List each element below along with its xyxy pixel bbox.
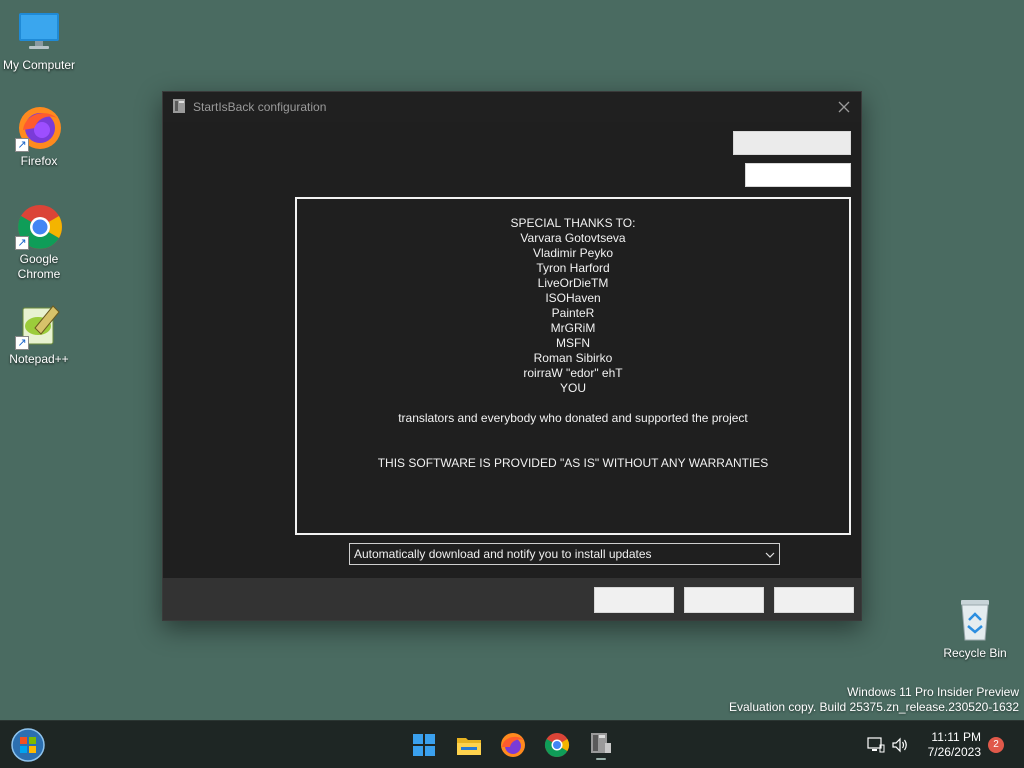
volume-tray-button[interactable]	[890, 735, 910, 755]
footer-button-1[interactable]	[594, 587, 674, 613]
credits-name: YOU	[559, 381, 586, 395]
taskbar-chrome[interactable]	[541, 729, 573, 761]
desktop-icon-label: Firefox	[20, 154, 58, 168]
credits-heading: SPECIAL THANKS TO:	[510, 216, 636, 230]
credits-name: Roman Sibirko	[533, 351, 613, 365]
update-mode-selected: Automatically download and notify you to…	[354, 547, 652, 561]
credits-name: ISOHaven	[545, 291, 601, 305]
desktop-icon-label: Google Chrome	[17, 252, 61, 281]
network-icon	[867, 737, 885, 753]
credits-disclaimer: THIS SOFTWARE IS PROVIDED "AS IS" WITHOU…	[377, 456, 769, 470]
windows-watermark: Windows 11 Pro Insider Preview Evaluatio…	[729, 685, 1019, 715]
credits-name: Tyron Harford	[536, 261, 610, 275]
top-button-1[interactable]	[733, 131, 851, 155]
firefox-icon: ↗	[15, 104, 63, 152]
close-button[interactable]	[833, 96, 855, 118]
desktop-icon-firefox[interactable]: ↗ Firefox	[0, 104, 78, 168]
chrome-icon: ↗	[15, 202, 63, 250]
windows-orb-icon	[11, 728, 45, 762]
taskbar-start-button[interactable]	[408, 729, 440, 761]
notepad-plus-plus-icon: ↗	[15, 302, 63, 350]
shortcut-arrow-icon: ↗	[15, 138, 29, 152]
footer-button-3[interactable]	[774, 587, 854, 613]
window-title: StartIsBack configuration	[193, 100, 327, 114]
start-orb-button[interactable]	[10, 727, 46, 763]
desktop-icon-my-computer[interactable]: My Computer	[0, 8, 78, 72]
footer-button-2[interactable]	[684, 587, 764, 613]
top-button-2[interactable]	[745, 163, 851, 187]
taskbar-startisback-config[interactable]	[585, 729, 617, 761]
clock-time: 11:11 PM	[931, 730, 981, 744]
desktop-icon-label: Recycle Bin	[943, 646, 1007, 660]
credits-name: Vladimir Peyko	[532, 246, 614, 260]
folder-icon	[457, 738, 481, 755]
credits-translators: translators and everybody who donated an…	[398, 411, 748, 425]
monitor-icon	[15, 8, 63, 56]
clock-date: 7/26/2023	[927, 745, 981, 759]
windows-logo-icon	[413, 734, 435, 756]
network-tray-button[interactable]	[866, 735, 886, 755]
close-icon	[838, 101, 850, 113]
desktop-icon-label: My Computer	[2, 58, 76, 72]
startisback-config-window: StartIsBack configuration SPECIAL THANKS…	[162, 91, 862, 621]
taskbar-firefox[interactable]	[497, 729, 529, 761]
credits-name: LiveOrDieTM	[537, 276, 609, 290]
credits-name: Varvara Gotovtseva	[520, 231, 626, 245]
credits-name: MrGRiM	[550, 321, 596, 335]
shortcut-arrow-icon: ↗	[15, 336, 29, 350]
update-mode-select[interactable]: Automatically download and notify you to…	[349, 543, 780, 565]
credits-name: PainteR	[551, 306, 595, 320]
speaker-icon	[892, 737, 907, 753]
notification-badge[interactable]: 2	[988, 737, 1004, 753]
credits-text-area: SPECIAL THANKS TO: Varvara Gotovtseva Vl…	[295, 197, 851, 535]
firefox-icon	[501, 733, 525, 757]
taskbar: 11:11 PM 7/26/2023 2	[0, 720, 1024, 768]
watermark-edition: Windows 11 Pro Insider Preview	[847, 685, 1019, 699]
watermark-build: Evaluation copy. Build 25375.zn_release.…	[729, 700, 1019, 714]
recycle-bin-icon	[951, 596, 999, 644]
app-icon	[591, 733, 611, 760]
chevron-down-icon	[765, 549, 775, 559]
shortcut-arrow-icon: ↗	[15, 236, 29, 250]
desktop-icon-label: Notepad++	[9, 352, 69, 366]
window-footer	[163, 578, 861, 620]
desktop-icon-google-chrome[interactable]: ↗ Google Chrome	[0, 202, 78, 282]
credits-name: roirraW "edor" ehT	[523, 366, 623, 380]
desktop-icon-recycle-bin[interactable]: Recycle Bin	[936, 596, 1014, 660]
credits-name: MSFN	[556, 336, 590, 350]
app-icon	[171, 98, 187, 114]
chrome-icon	[544, 733, 570, 758]
desktop-icon-notepad-plus-plus[interactable]: ↗ Notepad++	[0, 302, 78, 366]
taskbar-file-explorer[interactable]	[453, 729, 485, 761]
window-titlebar[interactable]: StartIsBack configuration	[163, 92, 861, 122]
taskbar-clock[interactable]: 11:11 PM 7/26/2023	[928, 730, 981, 760]
